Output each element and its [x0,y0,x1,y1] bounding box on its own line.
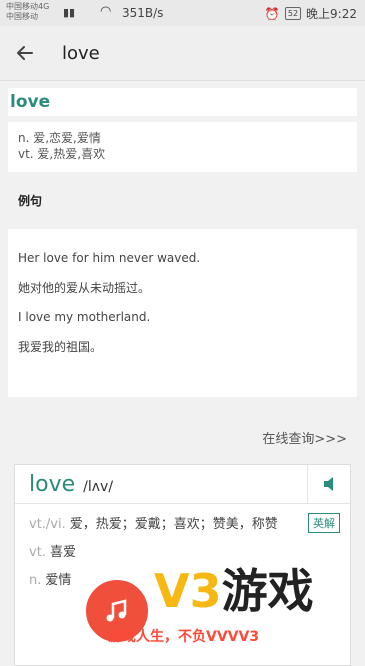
meaning: 爱，热爱；爱戴；喜欢；赞美，称赞 [69,517,278,532]
carrier-info: 中国移动4G 中国移动 [6,2,49,22]
meaning: 爱情 [45,573,72,588]
examples-title: 例句 [18,194,43,208]
definition-item: n. 爱,恋爱,爱情 [18,131,101,145]
online-query-link[interactable]: 在线查询>>> [262,428,347,447]
watermark-logo: V3游戏 [154,564,314,618]
example-sentence: I love my motherland. [18,310,151,324]
status-bar: 中国移动4G 中国移动 ▮▮ ◠ 351B/s ⏰ 52 晚上9:22 [0,0,365,26]
watermark: V3游戏 游戏人生，不负VVVV3 [80,566,365,650]
battery-icon: 52 [284,7,302,20]
app-bar: love [0,26,365,81]
english-definition-toggle[interactable]: 英解 [308,513,340,533]
main-content: love n. 爱,恋爱,爱情 vt. 爱,热爱,喜欢 例句 Her love … [8,88,357,397]
part-of-speech: vt./vi. [29,517,66,532]
example-sentence: Her love for him never waved. [18,251,201,265]
example-translation: 我爱我的祖国。 [18,340,103,354]
music-note-icon [106,599,127,622]
wifi-icon: ◠ [100,4,112,19]
carrier-2: 中国移动 [6,12,38,21]
signal-icon: ▮▮ [63,6,76,19]
definition-item: vt. 爱,热爱,喜欢 [18,147,106,161]
definitions-card: n. 爱,恋爱,爱情 vt. 爱,热爱,喜欢 [8,122,357,172]
watermark-slogan: 游戏人生，不负VVVV3 [108,629,260,645]
dict-row: vt./vi. 爱，热爱；爱戴；喜欢；赞美，称赞 [15,514,350,536]
dict-row: vt. 喜爱 [15,542,350,564]
carrier-1: 中国移动4G [6,2,50,11]
pronounce-button[interactable] [307,465,350,503]
network-speed: 351B/s [122,6,164,20]
example-translation: 她对他的爱从未动摇过。 [18,281,151,295]
examples-card: Her love for him never waved. 她对他的爱从未动摇过… [8,229,357,397]
dict-header: love /lʌv/ [15,465,350,504]
meaning: 喜爱 [49,545,76,560]
phonetic: /lʌv/ [83,479,114,495]
word-header: love [8,88,357,116]
dict-word: love [29,471,76,497]
speaker-icon [324,477,333,491]
alarm-icon: ⏰ [264,6,280,21]
arrow-left-icon [17,46,33,60]
part-of-speech: n. [29,573,42,588]
back-button[interactable] [14,42,36,64]
headword: love [10,92,51,112]
part-of-speech: vt. [29,545,46,560]
page-title: love [62,42,100,64]
clock: 晚上9:22 [306,7,357,21]
